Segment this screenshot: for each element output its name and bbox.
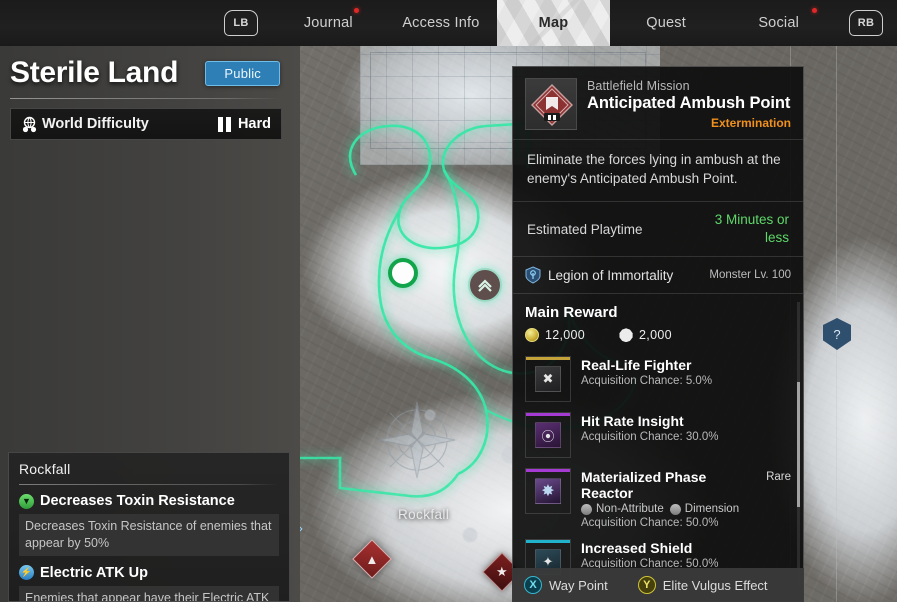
difficulty-level-bars bbox=[217, 116, 231, 132]
faction-row: Legion of Immortality Monster Lv. 100 bbox=[513, 257, 803, 293]
map-region-label: Rockfall bbox=[398, 507, 450, 522]
reward-attribute-label: Non-Attribute bbox=[596, 503, 664, 516]
effect-description: Decreases Toxin Resistance of enemies th… bbox=[19, 514, 279, 556]
reward-item-name: Real-Life Fighter bbox=[581, 357, 692, 374]
gold-coin-icon bbox=[525, 328, 539, 343]
effect-name: Decreases Toxin Resistance bbox=[40, 493, 235, 509]
toxin-down-icon: ▼ bbox=[19, 493, 34, 509]
reward-item-icon: ✖ bbox=[525, 356, 571, 403]
reward-glyph: ✸ bbox=[535, 478, 561, 505]
reward-glyph: ✖ bbox=[535, 366, 561, 393]
notification-dot-social bbox=[811, 8, 817, 13]
hint-elite-vulgus-effect[interactable]: Y Elite Vulgus Effect bbox=[637, 576, 768, 594]
right-bumper-icon[interactable]: RB bbox=[849, 10, 883, 36]
currency-xp: 2,000 bbox=[619, 328, 672, 343]
region-effect-panel: Rockfall ▼ Decreases Toxin Resistance De… bbox=[8, 452, 290, 602]
mission-description: Eliminate the forces lying in ambush at … bbox=[527, 152, 781, 186]
tab-quest-label: Quest bbox=[646, 15, 686, 31]
effect-description: Enemies that appear have their Electric … bbox=[19, 585, 279, 601]
reward-scrollbar[interactable] bbox=[797, 302, 800, 587]
reward-glyph: ⦿ bbox=[535, 422, 561, 449]
tab-access-info[interactable]: Access Info bbox=[385, 0, 498, 46]
world-difficulty-label: World Difficulty bbox=[42, 116, 149, 132]
tab-journal-label: Journal bbox=[303, 15, 353, 31]
region-effect-divider bbox=[19, 484, 279, 485]
mission-header: Battlefield Mission Anticipated Ambush P… bbox=[513, 67, 803, 139]
main-reward-title: Main Reward bbox=[525, 304, 618, 322]
reward-attribute-label: Dimension bbox=[684, 503, 740, 516]
reward-item[interactable]: ⦿ Hit Rate Insight Acquisition Chance: 3… bbox=[513, 407, 803, 463]
currency-gold: 12,000 bbox=[525, 328, 586, 343]
mission-name: Anticipated Ambush Point bbox=[587, 94, 791, 112]
reward-item-name: Hit Rate Insight bbox=[581, 413, 684, 430]
reward-item-rarity: Rare bbox=[766, 471, 791, 484]
x-button-icon: X bbox=[524, 576, 542, 594]
button-hint-bar: X Way Point Y Elite Vulgus Effect bbox=[512, 568, 804, 602]
reward-item-name: Materialized Phase Reactor bbox=[581, 469, 707, 502]
page-title: Sterile Land bbox=[10, 56, 179, 89]
faction-shield-icon bbox=[525, 266, 541, 284]
reward-item-chance: Acquisition Chance: 30.0% bbox=[581, 431, 719, 444]
non-attribute-icon bbox=[581, 503, 592, 515]
mission-marker-red[interactable]: ▲ bbox=[352, 539, 392, 579]
region-effect-title: Rockfall bbox=[19, 461, 71, 477]
xp-amount: 2,000 bbox=[639, 328, 672, 343]
tab-map[interactable]: Map bbox=[497, 0, 610, 46]
dimension-icon bbox=[669, 503, 681, 515]
reward-attribute: Non-Attribute bbox=[581, 503, 664, 515]
map-screen: ▲ ★ ? Rockfall LB Journal Access Info Ma… bbox=[0, 0, 897, 602]
objective-ring-marker[interactable] bbox=[388, 258, 418, 288]
tab-social[interactable]: Social bbox=[722, 0, 835, 46]
monster-level: Monster Lv. 100 bbox=[709, 269, 791, 282]
reward-item-attributes: Non-Attribute Dimension bbox=[581, 503, 791, 515]
battlefield-mission-emblem bbox=[525, 78, 577, 130]
world-difficulty-value: Hard bbox=[237, 116, 271, 132]
mission-type-badge: Extermination bbox=[710, 116, 791, 130]
notification-dot-journal bbox=[353, 8, 359, 13]
estimated-playtime-row: Estimated Playtime 3 Minutes or less bbox=[513, 202, 803, 256]
header-divider bbox=[10, 98, 280, 99]
faction-name: Legion of Immortality bbox=[548, 267, 674, 283]
visibility-badge[interactable]: Public bbox=[205, 60, 280, 86]
gold-amount: 12,000 bbox=[545, 328, 586, 343]
world-difficulty-icon bbox=[22, 116, 37, 132]
reward-item[interactable]: ✖ Real-Life Fighter Acquisition Chance: … bbox=[513, 351, 803, 407]
reward-item-name: Increased Shield bbox=[581, 540, 693, 557]
effect-entry: ▼ Decreases Toxin Resistance Decreases T… bbox=[19, 493, 279, 556]
world-difficulty-bar[interactable]: World Difficulty Hard bbox=[10, 108, 282, 140]
reward-item-chance: Acquisition Chance: 5.0% bbox=[581, 375, 713, 388]
top-navigation-bar: LB Journal Access Info Map Quest Social … bbox=[0, 0, 897, 46]
hint-waypoint[interactable]: X Way Point bbox=[524, 576, 608, 594]
chevron-up-icon bbox=[478, 279, 492, 292]
selected-mission-marker[interactable] bbox=[468, 268, 502, 302]
reward-item-icon: ⦿ bbox=[525, 412, 571, 459]
tab-journal[interactable]: Journal bbox=[272, 0, 385, 46]
estimated-playtime-label: Estimated Playtime bbox=[527, 221, 643, 237]
tab-access-info-label: Access Info bbox=[402, 15, 480, 31]
tab-quest[interactable]: Quest bbox=[610, 0, 723, 46]
reward-item-chance: Acquisition Chance: 50.0% bbox=[581, 517, 719, 530]
unknown-poi-marker[interactable]: ? bbox=[823, 318, 851, 350]
tab-social-label: Social bbox=[758, 15, 800, 31]
hint-elite-vulgus-label: Elite Vulgus Effect bbox=[662, 577, 768, 593]
mission-kind: Battlefield Mission bbox=[587, 79, 690, 93]
estimated-playtime-value: 3 Minutes or less bbox=[714, 211, 789, 245]
electric-up-icon: ⚡ bbox=[19, 565, 34, 581]
tab-map-label: Map bbox=[538, 15, 569, 31]
y-button-icon: Y bbox=[637, 576, 656, 594]
reward-reactor-icon: ✸ bbox=[525, 468, 571, 515]
effect-name: Electric ATK Up bbox=[40, 564, 148, 581]
zone-header: Sterile Land Public bbox=[0, 48, 292, 99]
reward-item[interactable]: ✸ Materialized Phase Reactor Rare Non-At… bbox=[513, 463, 803, 534]
left-bumper-icon[interactable]: LB bbox=[224, 10, 258, 36]
xp-token-icon bbox=[619, 328, 633, 343]
effect-entry: ⚡ Electric ATK Up Enemies that appear ha… bbox=[19, 564, 279, 601]
mission-detail-panel: Battlefield Mission Anticipated Ambush P… bbox=[512, 66, 804, 602]
nav-tabs: Journal Access Info Map Quest Social bbox=[272, 0, 835, 46]
currency-row: 12,000 2,000 bbox=[513, 328, 803, 351]
hint-waypoint-label: Way Point bbox=[549, 577, 608, 593]
main-reward-section[interactable]: Main Reward 12,000 2,000 ✖ Real-Life Fig… bbox=[513, 294, 803, 594]
reward-attribute: Dimension bbox=[669, 503, 740, 516]
